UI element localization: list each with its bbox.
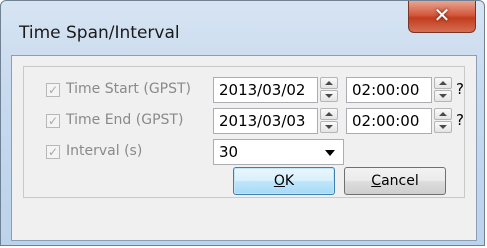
check-icon: ✓ — [47, 114, 59, 128]
close-icon: ✕ — [433, 3, 451, 27]
time-end-time-field[interactable]: 02:00:00 — [346, 108, 432, 134]
interval-label: Interval (s) — [66, 143, 143, 159]
interval-checkbox[interactable]: ✓ — [46, 145, 60, 159]
cancel-mnemonic: C — [371, 173, 382, 189]
chevron-up-icon[interactable] — [320, 77, 338, 89]
time-start-time-field[interactable]: 02:00:00 — [346, 77, 432, 103]
window-title: Time Span/Interval — [19, 23, 180, 43]
time-end-label: Time End (GPST) — [66, 112, 184, 128]
time-start-row: ✓ Time Start (GPST) 2013/03/02 02:00:00 … — [24, 77, 464, 107]
options-group: ✓ Time Start (GPST) 2013/03/02 02:00:00 … — [23, 66, 465, 198]
dialog-window: Time Span/Interval ✕ ✓ Time Start (GPST)… — [0, 0, 485, 246]
time-start-date-spinner[interactable] — [320, 77, 338, 103]
cancel-button[interactable]: Cancel — [344, 167, 446, 195]
close-button[interactable]: ✕ — [408, 1, 476, 33]
time-end-date-field[interactable]: 2013/03/03 — [213, 108, 318, 134]
ok-mnemonic: O — [273, 173, 285, 189]
check-icon: ✓ — [47, 145, 59, 159]
time-end-date-spinner[interactable] — [320, 108, 338, 134]
time-end-time-spinner[interactable] — [434, 108, 452, 134]
dialog-body: ✓ Time Start (GPST) 2013/03/02 02:00:00 … — [11, 55, 477, 241]
ok-label-rest: K — [284, 173, 295, 189]
time-start-help[interactable]: ? — [456, 80, 464, 98]
time-end-checkbox[interactable]: ✓ — [46, 114, 60, 128]
interval-combo[interactable]: 30 — [213, 139, 344, 165]
dropdown-arrow-icon[interactable] — [325, 150, 335, 156]
check-icon: ✓ — [47, 83, 59, 97]
chevron-down-icon[interactable] — [434, 121, 452, 133]
time-start-date-field[interactable]: 2013/03/02 — [213, 77, 318, 103]
interval-row: ✓ Interval (s) 30 — [24, 139, 464, 169]
chevron-down-icon[interactable] — [320, 90, 338, 102]
chevron-down-icon[interactable] — [320, 121, 338, 133]
cancel-label-rest: ancel — [381, 173, 419, 189]
time-start-checkbox[interactable]: ✓ — [46, 83, 60, 97]
chevron-up-icon[interactable] — [434, 108, 452, 120]
time-end-row: ✓ Time End (GPST) 2013/03/03 02:00:00 ? — [24, 108, 464, 138]
time-start-time-spinner[interactable] — [434, 77, 452, 103]
time-end-help[interactable]: ? — [456, 111, 464, 129]
title-bar[interactable]: Time Span/Interval ✕ — [1, 1, 484, 55]
ok-button[interactable]: OK — [233, 167, 335, 195]
time-start-label: Time Start (GPST) — [66, 81, 192, 97]
chevron-down-icon[interactable] — [434, 90, 452, 102]
interval-value: 30 — [219, 143, 239, 161]
chevron-up-icon[interactable] — [434, 77, 452, 89]
chevron-up-icon[interactable] — [320, 108, 338, 120]
